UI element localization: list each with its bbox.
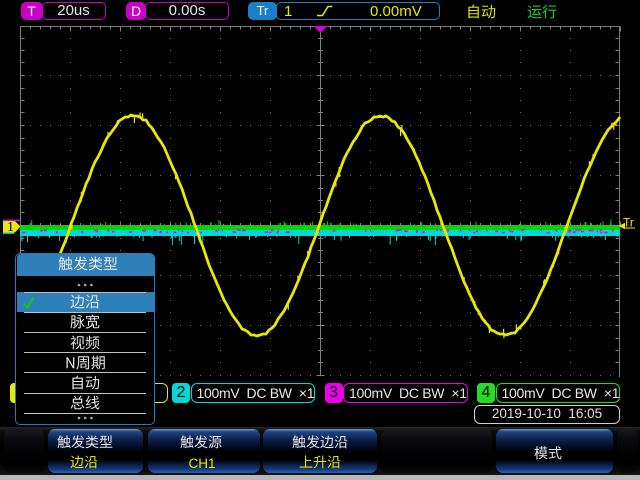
svg-text:1: 1 — [7, 220, 14, 235]
